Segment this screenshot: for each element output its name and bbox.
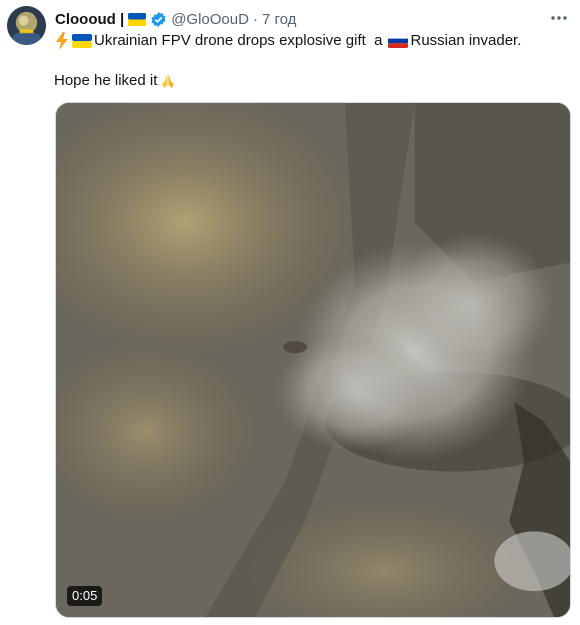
ukraine-flag-icon (128, 12, 147, 26)
video-frame (56, 103, 570, 617)
tweet-text-part-1: Ukrainian FPV drone drops explosive gift… (94, 32, 383, 49)
more-horizontal-icon[interactable] (548, 8, 570, 28)
folded-hands-emoji-icon (159, 72, 177, 90)
tweet-text-part-2: Russian invader. (410, 32, 522, 49)
avatar[interactable] (7, 6, 46, 45)
user-handle[interactable]: @GloOouD (171, 11, 249, 28)
russia-flag-emoji-icon (388, 34, 409, 48)
timestamp[interactable]: 7 год (262, 11, 296, 28)
display-name[interactable]: Cloooud | (55, 11, 124, 28)
ukraine-flag-emoji-icon (72, 34, 92, 48)
tweet-text-part-3: Hope he liked it (54, 72, 158, 89)
tweet-card[interactable]: Cloooud | @GloOouD · 7 год Ukrainian FPV… (0, 0, 580, 625)
separator-dot: · (252, 10, 258, 28)
tweet-text-line-2: Hope he liked it (54, 71, 177, 91)
lightning-emoji-icon (54, 32, 70, 50)
tweet-header: Cloooud | @GloOouD · 7 год (55, 9, 296, 29)
tweet-text-line-1: Ukrainian FPV drone drops explosive gift… (54, 31, 521, 51)
video-player[interactable]: 0:05 (55, 102, 571, 618)
video-duration-badge: 0:05 (67, 586, 103, 606)
verified-badge-icon[interactable] (150, 11, 167, 28)
